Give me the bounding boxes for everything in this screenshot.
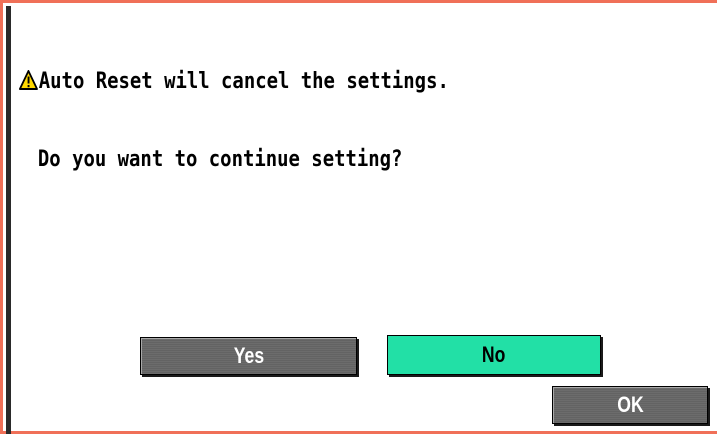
ok-button-label: OK xyxy=(616,392,644,417)
warning-triangle-icon xyxy=(19,70,38,90)
yes-button[interactable]: Yes xyxy=(140,337,357,375)
ok-button[interactable]: OK xyxy=(552,386,708,424)
no-button[interactable]: No xyxy=(387,335,601,375)
message-line-1: Auto Reset will cancel the settings. xyxy=(19,69,449,95)
dialog-panel: Auto Reset will cancel the settings. Do … xyxy=(0,0,717,434)
yes-button-label: Yes xyxy=(233,343,264,368)
no-button-label: No xyxy=(482,342,506,367)
dialog-message: Auto Reset will cancel the settings. Do … xyxy=(19,17,449,225)
left-edge-bar xyxy=(6,6,11,434)
message-line-1-text: Auto Reset will cancel the settings. xyxy=(38,69,449,94)
message-line-2: Do you want to continue setting? xyxy=(37,147,403,172)
